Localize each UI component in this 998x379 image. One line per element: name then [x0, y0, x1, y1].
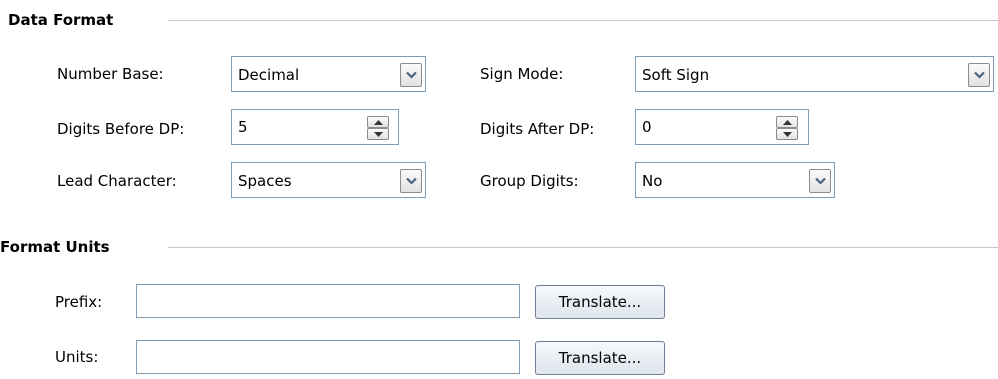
- format-units-separator: [168, 247, 998, 248]
- digits-before-dp-decrement-button[interactable]: [367, 128, 389, 140]
- units-input[interactable]: [136, 340, 520, 374]
- format-units-section-header: Format Units: [0, 236, 998, 258]
- chevron-down-icon: [815, 177, 826, 185]
- data-format-separator: [168, 20, 998, 21]
- lead-character-select[interactable]: Spaces: [231, 162, 426, 198]
- number-base-select[interactable]: Decimal: [231, 56, 426, 92]
- digits-after-dp-spin-buttons: [776, 116, 798, 140]
- sign-mode-value: Soft Sign: [642, 66, 710, 84]
- digits-before-dp-spin-buttons: [367, 116, 389, 140]
- units-label: Units:: [55, 348, 99, 366]
- sign-mode-select[interactable]: Soft Sign: [635, 56, 994, 92]
- group-digits-dropdown-button[interactable]: [809, 169, 831, 193]
- digits-before-dp-label: Digits Before DP:: [57, 120, 185, 138]
- format-units-title: Format Units: [0, 236, 112, 258]
- number-base-value: Decimal: [238, 66, 300, 84]
- digits-after-dp-increment-button[interactable]: [776, 116, 798, 128]
- group-digits-label: Group Digits:: [480, 172, 579, 190]
- data-format-section-header: Data Format: [0, 9, 998, 31]
- units-translate-button[interactable]: Translate...: [535, 341, 665, 375]
- sign-mode-dropdown-button[interactable]: [968, 63, 990, 87]
- digits-before-dp-increment-button[interactable]: [367, 116, 389, 128]
- digits-before-dp-spinner[interactable]: 5: [231, 109, 399, 145]
- digits-after-dp-value[interactable]: 0: [642, 110, 652, 144]
- digits-before-dp-value[interactable]: 5: [238, 110, 248, 144]
- spin-up-icon: [374, 120, 383, 125]
- lead-character-value: Spaces: [238, 172, 292, 190]
- digits-after-dp-label: Digits After DP:: [480, 120, 595, 138]
- lead-character-dropdown-button[interactable]: [400, 169, 422, 193]
- spin-down-icon: [783, 132, 792, 137]
- group-digits-value: No: [642, 172, 663, 190]
- prefix-input[interactable]: [136, 284, 520, 318]
- chevron-down-icon: [406, 71, 417, 79]
- digits-after-dp-spinner[interactable]: 0: [635, 109, 809, 145]
- chevron-down-icon: [406, 177, 417, 185]
- number-base-dropdown-button[interactable]: [400, 63, 422, 87]
- lead-character-label: Lead Character:: [57, 172, 177, 190]
- group-digits-select[interactable]: No: [635, 162, 835, 198]
- chevron-down-icon: [974, 71, 985, 79]
- spin-up-icon: [783, 120, 792, 125]
- prefix-label: Prefix:: [55, 293, 103, 311]
- digits-after-dp-decrement-button[interactable]: [776, 128, 798, 140]
- number-base-label: Number Base:: [57, 65, 164, 83]
- spin-down-icon: [374, 132, 383, 137]
- prefix-translate-button[interactable]: Translate...: [535, 285, 665, 319]
- sign-mode-label: Sign Mode:: [480, 65, 564, 83]
- data-format-title: Data Format: [8, 9, 116, 31]
- data-format-panel: Data Format Number Base: Decimal Sign Mo…: [0, 0, 998, 379]
